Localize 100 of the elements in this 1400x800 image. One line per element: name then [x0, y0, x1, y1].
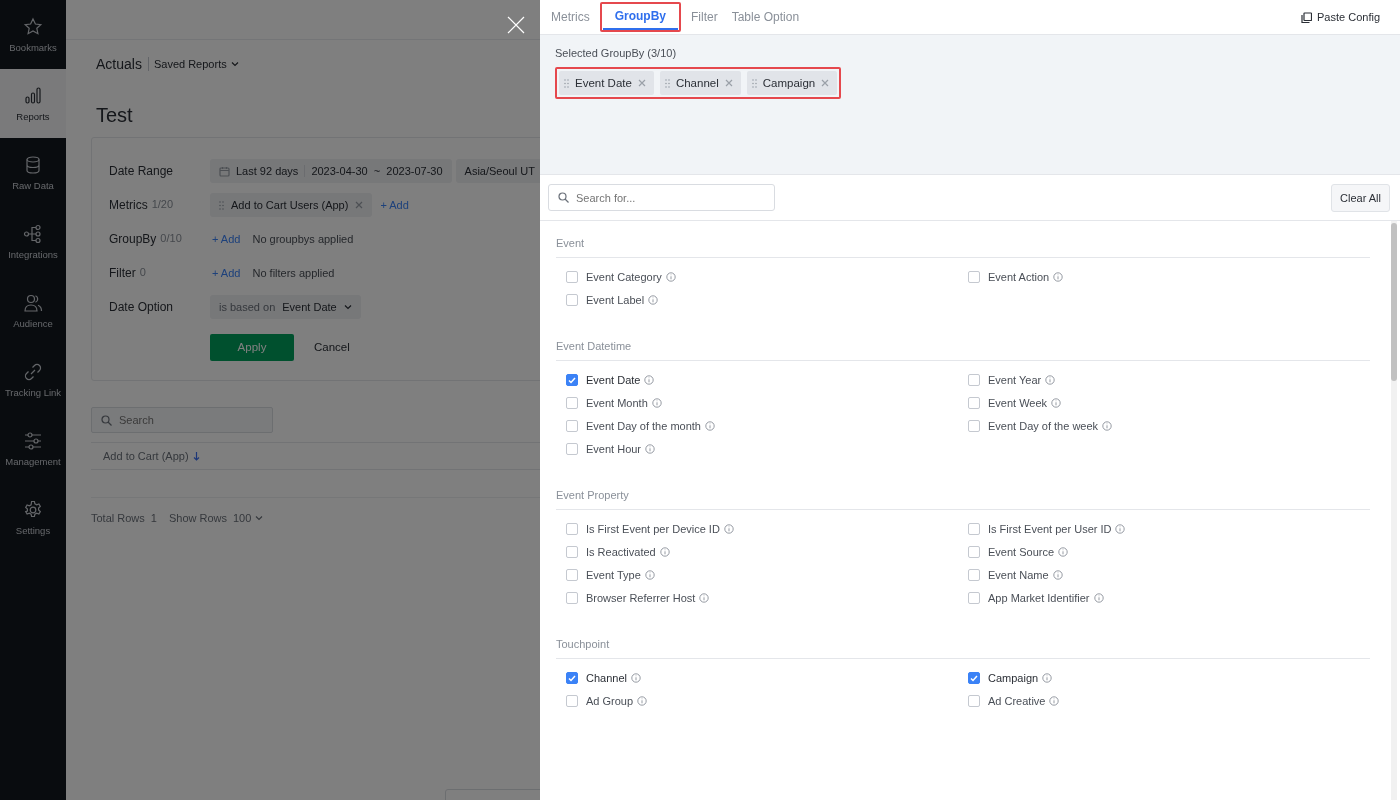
paste-config-button[interactable]: Paste Config: [1295, 10, 1386, 24]
checkbox[interactable]: [968, 546, 980, 558]
checkbox[interactable]: [566, 672, 578, 684]
checkbox[interactable]: [566, 420, 578, 432]
checkbox-option[interactable]: Event Year: [968, 374, 1056, 386]
checkbox[interactable]: [968, 420, 980, 432]
checkbox[interactable]: [566, 695, 578, 707]
checkbox-option[interactable]: Event Hour: [566, 443, 656, 455]
checkbox[interactable]: [968, 592, 980, 604]
info-icon: [699, 593, 710, 603]
checkbox[interactable]: [968, 672, 980, 684]
sidebar-item[interactable]: Management: [0, 414, 66, 483]
checkbox[interactable]: [968, 569, 980, 581]
info-icon: [1058, 547, 1069, 557]
saved-reports-dropdown[interactable]: Saved Reports: [148, 58, 239, 70]
sidebar-item[interactable]: Integrations: [0, 207, 66, 276]
checkbox-option[interactable]: Browser Referrer Host: [566, 592, 710, 604]
info-icon: [1051, 398, 1062, 408]
option-label: Ad Creative: [988, 695, 1046, 707]
drag-handle-icon: [664, 78, 670, 88]
info-icon: [645, 444, 656, 454]
checkbox-option[interactable]: Event Type: [566, 569, 655, 581]
option-label: Event Date: [586, 374, 641, 386]
checkbox-option[interactable]: App Market Identifier: [968, 592, 1104, 604]
checkbox[interactable]: [566, 546, 578, 558]
checkbox[interactable]: [968, 397, 980, 409]
sort-arrow-icon: [192, 451, 200, 461]
checkbox-option[interactable]: Event Action: [968, 271, 1064, 283]
checkbox-option[interactable]: Event Week: [968, 397, 1062, 409]
sidebar-item[interactable]: Settings: [0, 483, 66, 552]
sidebar-item[interactable]: Reports: [0, 69, 66, 138]
chevron-down-icon: [255, 515, 264, 521]
checkbox[interactable]: [968, 523, 980, 535]
chip-label: Channel: [675, 77, 719, 89]
checkbox-option[interactable]: Event Label: [566, 294, 659, 306]
checkbox[interactable]: [566, 271, 578, 283]
date-range-picker[interactable]: Last 92 days 2023-04-30 ~ 2023-07-30: [210, 159, 452, 183]
checkbox-option[interactable]: Campaign: [968, 672, 1053, 684]
checkbox-option[interactable]: Channel: [566, 672, 641, 684]
checkbox-option[interactable]: Event Name: [968, 569, 1063, 581]
checkbox-option[interactable]: Event Date: [566, 374, 655, 386]
checkbox[interactable]: [968, 695, 980, 707]
info-icon: [1115, 524, 1126, 534]
checkbox[interactable]: [968, 271, 980, 283]
link-icon: [23, 361, 43, 382]
checkbox-option[interactable]: Ad Group: [566, 695, 648, 707]
checkbox-option[interactable]: Is First Event per User ID: [968, 523, 1126, 535]
close-icon: [724, 79, 733, 87]
checkbox[interactable]: [566, 294, 578, 306]
tab[interactable]: GroupBy: [602, 4, 678, 30]
checkbox[interactable]: [566, 443, 578, 455]
checkbox[interactable]: [566, 397, 578, 409]
total-rows-label: Total Rows: [91, 512, 145, 524]
checkbox[interactable]: [566, 523, 578, 535]
checkbox-option[interactable]: Event Day of the month: [566, 420, 715, 432]
copy-icon: [1301, 11, 1312, 23]
info-icon: [704, 421, 715, 431]
cancel-button[interactable]: Cancel: [308, 340, 356, 354]
scrollbar[interactable]: [1391, 221, 1397, 800]
clear-all-button[interactable]: Clear All: [1331, 183, 1390, 212]
sidebar-item[interactable]: Audience: [0, 276, 66, 345]
groupby-chip[interactable]: Campaign: [746, 71, 838, 95]
checkbox-option[interactable]: Event Source: [968, 546, 1069, 558]
settings-icon: [23, 499, 43, 520]
info-icon: [1045, 375, 1056, 385]
date-preset: Last 92 days: [236, 165, 306, 177]
search-field[interactable]: Search for...: [548, 184, 775, 211]
checkbox[interactable]: [566, 592, 578, 604]
checkbox[interactable]: [968, 374, 980, 386]
scrollbar-thumb[interactable]: [1391, 223, 1397, 381]
checkbox[interactable]: [566, 374, 578, 386]
page-title: Actuals: [96, 57, 149, 71]
star-icon: [23, 16, 43, 37]
checkbox-option[interactable]: Is First Event per Device ID: [566, 523, 734, 535]
info-icon: [644, 375, 655, 385]
checkbox[interactable]: [566, 569, 578, 581]
option-label: Event Day of the month: [586, 420, 701, 432]
date-option-select[interactable]: is based on Event Date: [210, 295, 361, 319]
groupby-chip[interactable]: Event Date: [559, 71, 654, 95]
close-icon: [637, 79, 646, 87]
search-icon: [558, 192, 569, 203]
sidebar-item[interactable]: Tracking Link: [0, 345, 66, 414]
option-label: Event Category: [586, 271, 662, 283]
info-icon: [651, 398, 662, 408]
total-rows-value: 1: [150, 512, 157, 524]
checkbox-option[interactable]: Event Category: [566, 271, 676, 283]
checkbox-option[interactable]: Ad Creative: [968, 695, 1060, 707]
option-label: Event Month: [586, 397, 648, 409]
sidebar-item[interactable]: Raw Data: [0, 138, 66, 207]
checkbox-option[interactable]: Event Month: [566, 397, 662, 409]
empty-state-text: No groupbys applied: [252, 233, 354, 245]
search-field[interactable]: Search: [91, 407, 273, 433]
show-rows-label: Show Rows: [168, 512, 227, 524]
sidebar-item[interactable]: Bookmarks: [0, 0, 66, 69]
option-label: Event Source: [988, 546, 1055, 558]
drag-handle-icon: [219, 200, 224, 210]
field-label: Filter: [109, 266, 136, 280]
checkbox-option[interactable]: Event Day of the week: [968, 420, 1113, 432]
groupby-chip[interactable]: Channel: [659, 71, 741, 95]
checkbox-option[interactable]: Is Reactivated: [566, 546, 670, 558]
